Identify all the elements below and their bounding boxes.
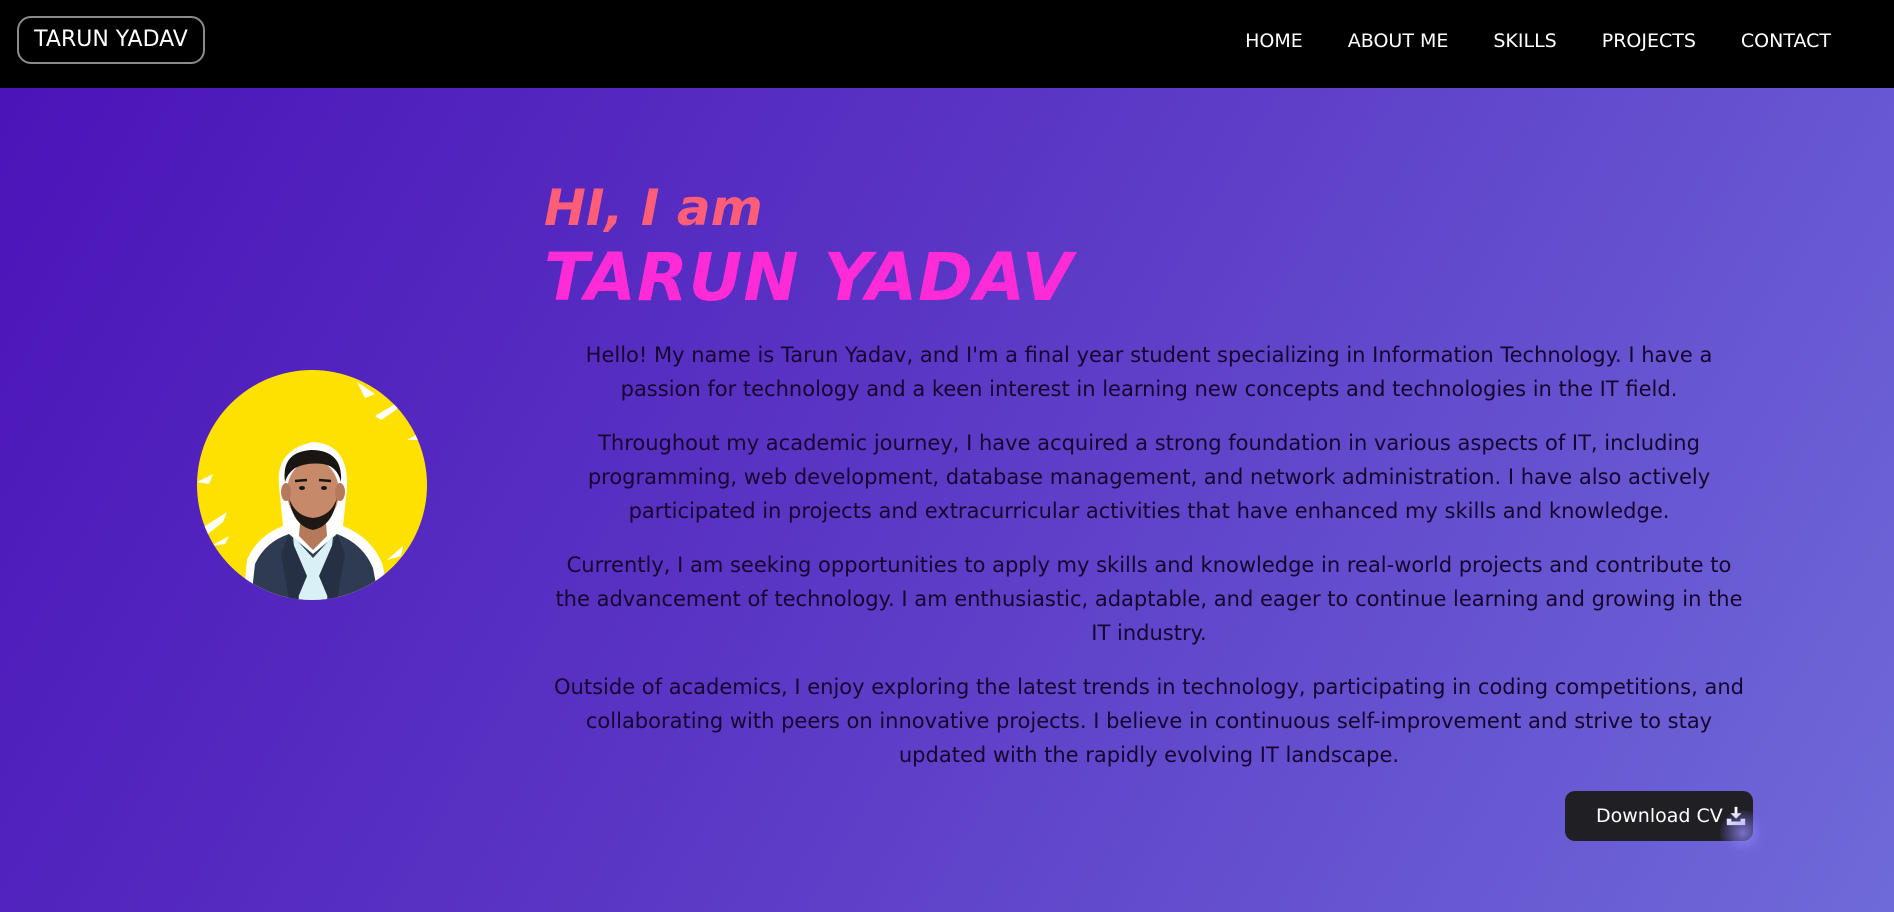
profile-photo [197,370,427,600]
nav-home[interactable]: HOME [1245,28,1303,54]
profile-photo-illustration [197,382,425,600]
nav-contact[interactable]: CONTACT [1741,28,1831,54]
download-cv-button[interactable]: Download CV [1565,791,1753,841]
hero-name: TARUN YADAV [544,239,1074,316]
bio-text: Hello! My name is Tarun Yadav, and I'm a… [552,338,1746,792]
bio-paragraph: Outside of academics, I enjoy exploring … [554,675,1744,767]
hero-greeting: HI, I am [544,179,763,237]
navbar: TARUN YADAV HOME ABOUT ME SKILLS PROJECT… [0,0,1894,88]
nav-skills[interactable]: SKILLS [1493,28,1556,54]
download-cv-label: Download CV [1596,805,1723,827]
page: TARUN YADAV HOME ABOUT ME SKILLS PROJECT… [0,0,1894,912]
bio-paragraph: Currently, I am seeking opportunities to… [555,553,1743,645]
nav-projects[interactable]: PROJECTS [1602,28,1696,54]
bio-paragraph: Throughout my academic journey, I have a… [587,431,1711,523]
bio-paragraph: Hello! My name is Tarun Yadav, and I'm a… [585,343,1713,401]
nav-links: HOME ABOUT ME SKILLS PROJECTS CONTACT [1245,28,1831,54]
download-icon [1726,806,1746,826]
nav-about-me[interactable]: ABOUT ME [1348,28,1449,54]
brand-logo[interactable]: TARUN YADAV [17,16,205,64]
